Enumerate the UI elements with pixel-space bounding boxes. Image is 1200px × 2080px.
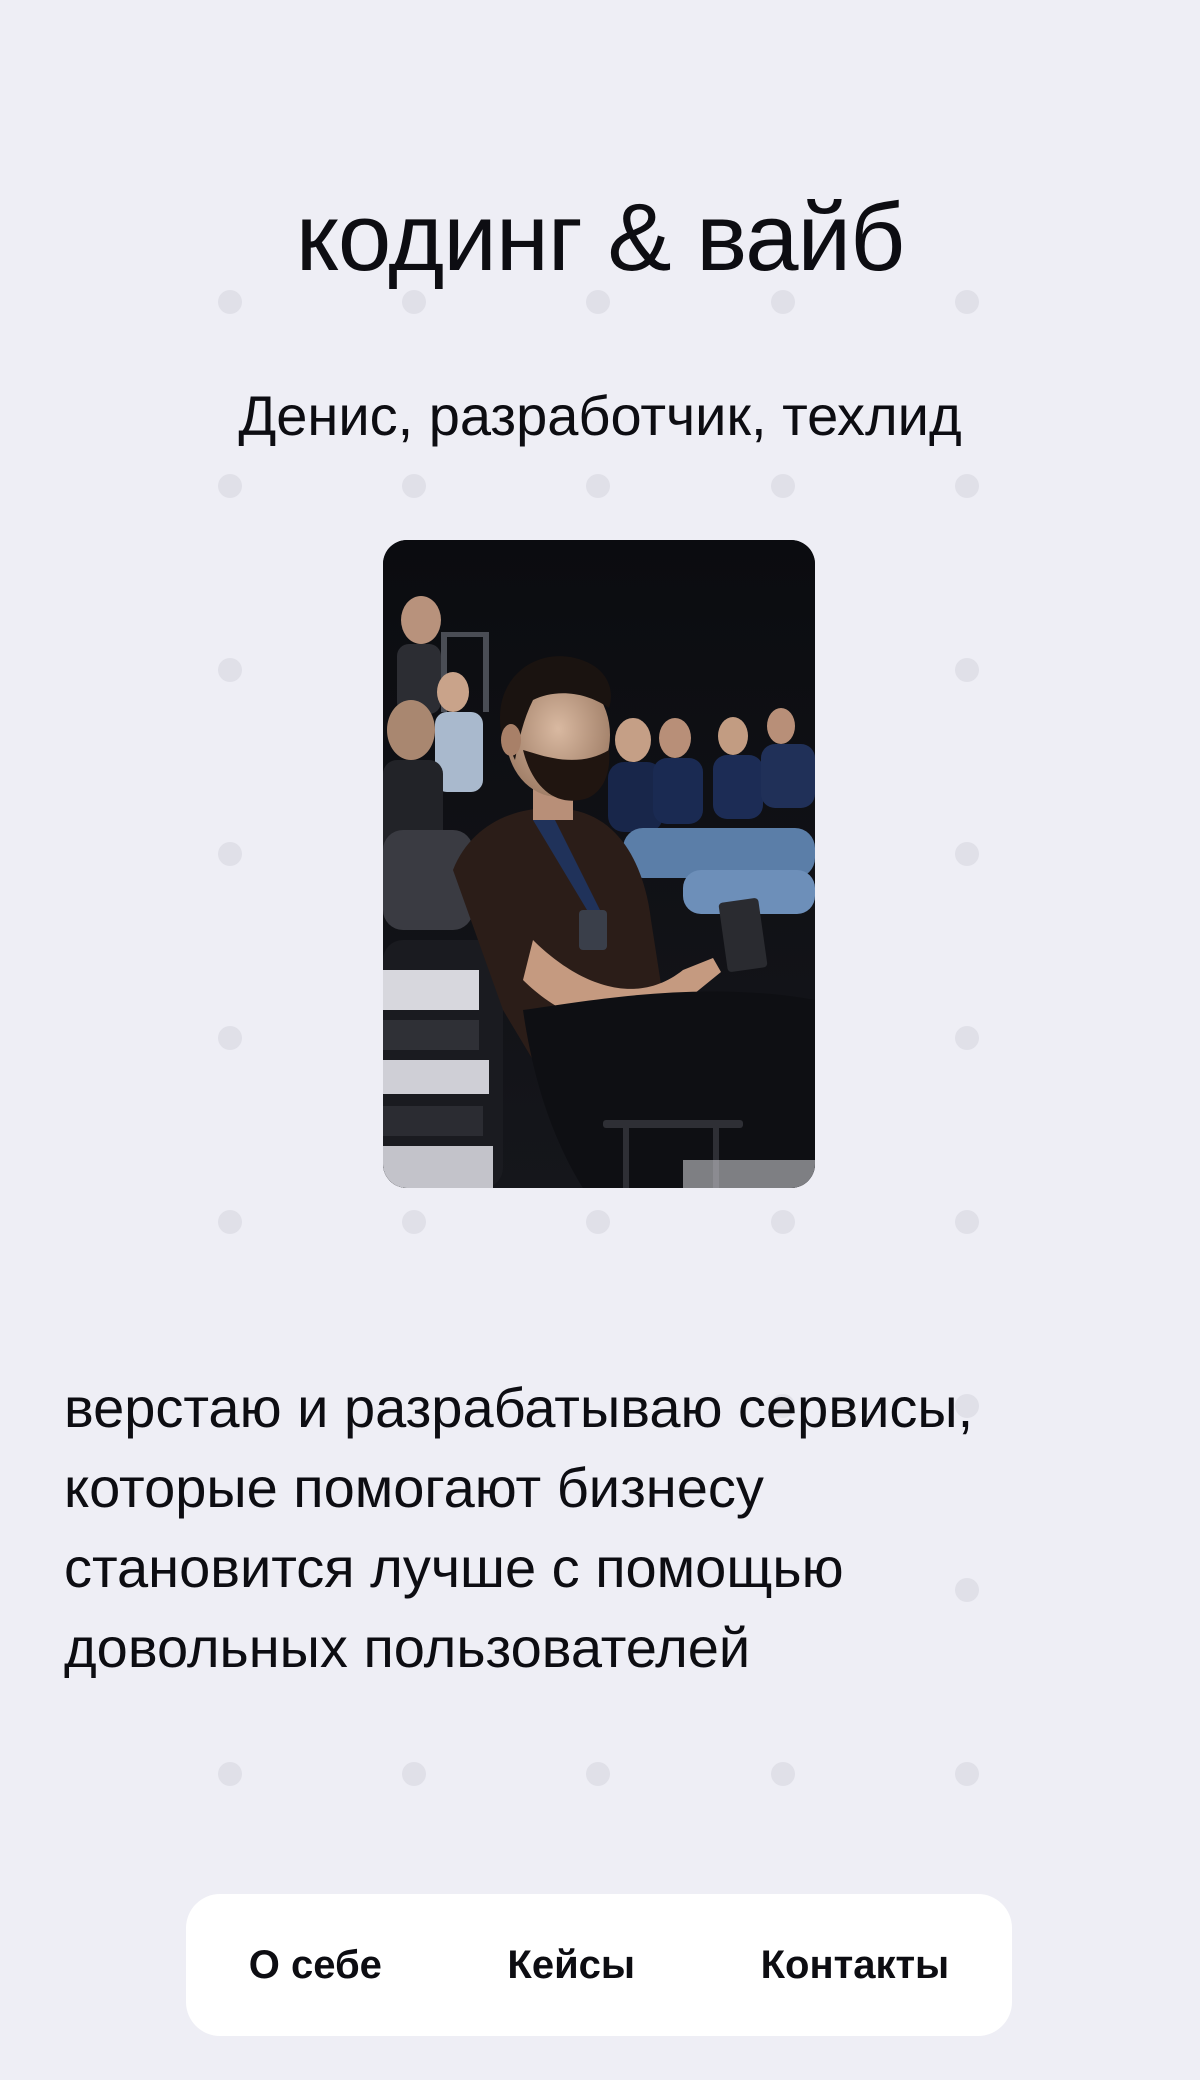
grid-dot [402,474,426,498]
grid-dot [586,1762,610,1786]
grid-dot [955,1210,979,1234]
nav-item-contacts[interactable]: Контакты [741,1933,970,1998]
hero-subtitle: Денис, разработчик, техлид [238,384,962,447]
grid-dot [218,1026,242,1050]
grid-dot [955,474,979,498]
grid-dot [402,1762,426,1786]
nav-item-about[interactable]: О себе [229,1933,402,1998]
grid-dot [586,474,610,498]
grid-dot [218,842,242,866]
grid-dot [218,1210,242,1234]
bottom-nav: О себе Кейсы Контакты [186,1894,1012,2036]
grid-dot [218,474,242,498]
grid-dot [771,474,795,498]
about-line: довольных пользователей [64,1616,751,1679]
grid-dot [955,658,979,682]
about-text: верстаю и разрабатываю сервисы, которые … [64,1368,1144,1688]
grid-dot [955,842,979,866]
grid-dot [402,1210,426,1234]
grid-dot [586,1210,610,1234]
grid-dot [218,1762,242,1786]
grid-dot [955,1762,979,1786]
grid-dot [218,658,242,682]
grid-dot [955,1026,979,1050]
about-line: становится лучше с помощью [64,1536,844,1599]
about-line: верстаю и разрабатываю сервисы, [64,1376,974,1439]
grid-dot [771,1210,795,1234]
profile-photo [383,540,815,1188]
hero-title: кодинг & вайб [295,184,905,291]
about-line: которые помогают бизнесу [64,1456,764,1519]
grid-dot [771,1762,795,1786]
nav-item-cases[interactable]: Кейсы [487,1933,655,1998]
